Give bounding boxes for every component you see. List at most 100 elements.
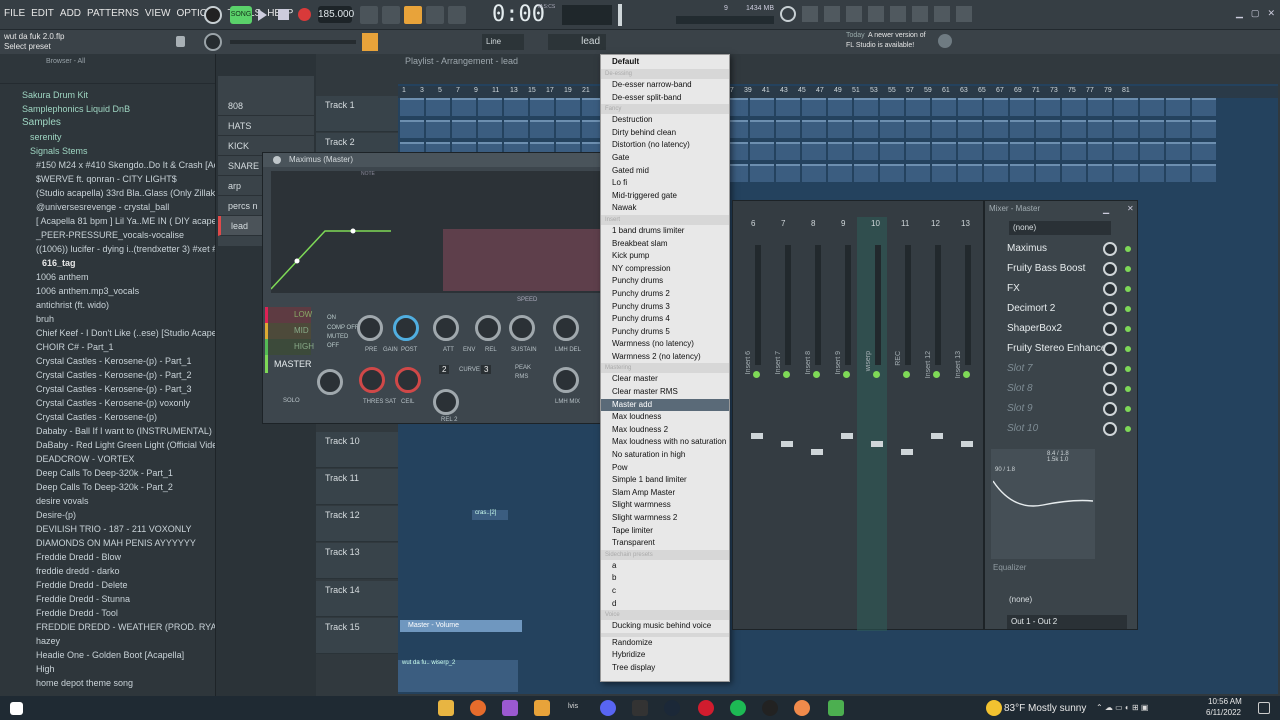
clock-date[interactable]: 6/11/2022 bbox=[1206, 708, 1241, 717]
bar-number[interactable]: 65 bbox=[978, 87, 986, 94]
pattern-clip[interactable] bbox=[958, 164, 982, 182]
pattern-clip[interactable] bbox=[1166, 120, 1190, 138]
browser-file[interactable]: @universesrevenge - crystal_ball bbox=[0, 200, 215, 214]
peak-label[interactable]: PEAK bbox=[515, 365, 531, 371]
slot-mix-knob[interactable] bbox=[1103, 242, 1117, 256]
preset-item[interactable]: Randomize bbox=[601, 637, 729, 650]
bar-number[interactable]: 69 bbox=[1014, 87, 1022, 94]
pattern-clip[interactable] bbox=[1140, 98, 1164, 116]
track-header[interactable]: Track 13 bbox=[316, 543, 398, 579]
discord-icon[interactable] bbox=[600, 700, 616, 716]
menu-file[interactable]: FILE bbox=[4, 8, 25, 19]
pattern-clip[interactable] bbox=[932, 164, 956, 182]
browser-file[interactable]: _PEER-PRESSURE_vocals-vocalise bbox=[0, 228, 215, 242]
pattern-clip[interactable] bbox=[1010, 120, 1034, 138]
app-icon[interactable] bbox=[502, 700, 518, 716]
sustain-knob[interactable] bbox=[509, 315, 535, 341]
slot-enable-led[interactable] bbox=[1125, 326, 1131, 332]
preset-item[interactable]: Ducking music behind voice bbox=[601, 620, 729, 633]
preset-item[interactable]: 1 band drums limiter bbox=[601, 225, 729, 238]
pattern-mode-buttons[interactable] bbox=[360, 6, 468, 24]
menu-view[interactable]: VIEW bbox=[145, 8, 171, 19]
pattern-clip[interactable] bbox=[1114, 98, 1138, 116]
preset-item[interactable]: Slight warmness 2 bbox=[601, 512, 729, 525]
pattern-clip[interactable] bbox=[1192, 142, 1216, 160]
browser-file[interactable]: 1006 anthem.mp3_vocals bbox=[0, 284, 215, 298]
pattern-clip[interactable] bbox=[958, 142, 982, 160]
pattern-clip[interactable] bbox=[452, 98, 476, 116]
explorer-icon[interactable] bbox=[438, 700, 454, 716]
browser-file[interactable]: home depot theme song bbox=[0, 676, 215, 690]
cut-icon[interactable] bbox=[802, 6, 818, 22]
fl-studio-icon[interactable] bbox=[534, 700, 550, 716]
browser-file[interactable]: Crystal Castles - Kerosene-(p) voxonly bbox=[0, 396, 215, 410]
pattern-clip[interactable] bbox=[984, 98, 1008, 116]
pattern-clip[interactable] bbox=[452, 120, 476, 138]
browser-file[interactable]: High bbox=[0, 662, 215, 676]
solo-label[interactable]: SOLO bbox=[283, 398, 300, 404]
slot-enable-led[interactable] bbox=[1125, 266, 1131, 272]
pattern-clip[interactable] bbox=[750, 120, 774, 138]
tray-icons[interactable]: ⌃ ☁ ▭ ◐ ⊞ ▣ bbox=[1096, 703, 1192, 713]
bar-number[interactable]: 51 bbox=[852, 87, 860, 94]
preset-item[interactable]: Simple 1 band limiter bbox=[601, 474, 729, 487]
pattern-clip[interactable] bbox=[1140, 164, 1164, 182]
steam-icon[interactable] bbox=[664, 700, 680, 716]
pattern-clip[interactable] bbox=[854, 98, 878, 116]
menu-add[interactable]: ADD bbox=[60, 8, 81, 19]
slot-mix-knob[interactable] bbox=[1103, 282, 1117, 296]
browser-file[interactable]: Freddie Dredd - Blow bbox=[0, 550, 215, 564]
download-icon[interactable] bbox=[956, 6, 972, 22]
track-header[interactable]: Track 14 bbox=[316, 581, 398, 617]
pattern-clip[interactable] bbox=[400, 120, 424, 138]
pattern-clip[interactable] bbox=[880, 142, 904, 160]
preset-item[interactable]: Clear master RMS bbox=[601, 386, 729, 399]
insert-name[interactable]: Insert 6 bbox=[745, 351, 752, 374]
render-icon[interactable] bbox=[912, 6, 928, 22]
on-label[interactable]: ON bbox=[327, 315, 336, 321]
browser-file[interactable]: $WERVE ft. qonran - CITY LIGHT$ bbox=[0, 172, 215, 186]
weather-icon[interactable] bbox=[986, 700, 1002, 716]
slot-mix-knob[interactable] bbox=[1103, 342, 1117, 356]
pattern-clip[interactable] bbox=[854, 142, 878, 160]
play-button[interactable] bbox=[258, 9, 267, 21]
preset-item[interactable]: Dirty behind clean bbox=[601, 127, 729, 140]
pattern-clip[interactable] bbox=[880, 120, 904, 138]
preset-item[interactable]: Nawak bbox=[601, 202, 729, 215]
pattern-selector[interactable]: lead bbox=[548, 34, 606, 50]
maximus-graph[interactable]: NOTE bbox=[271, 171, 601, 293]
preset-item[interactable]: Destruction bbox=[601, 114, 729, 127]
off-label[interactable]: OFF bbox=[327, 343, 339, 349]
insert-send-led[interactable] bbox=[813, 371, 820, 378]
curve-value-b[interactable]: 3 bbox=[481, 365, 492, 374]
insert-send-led[interactable] bbox=[783, 371, 790, 378]
bar-number[interactable]: 61 bbox=[942, 87, 950, 94]
bar-number[interactable]: 57 bbox=[906, 87, 914, 94]
preset-item[interactable]: Mid-triggered gate bbox=[601, 190, 729, 203]
browser-file[interactable]: Crystal Castles - Kerosene-(p) - Part_2 bbox=[0, 368, 215, 382]
blend-icon[interactable] bbox=[426, 6, 444, 24]
preset-item[interactable]: Breakbeat slam bbox=[601, 238, 729, 251]
pattern-clip[interactable] bbox=[1140, 120, 1164, 138]
pattern-clip[interactable] bbox=[750, 142, 774, 160]
insert-volume-fader[interactable] bbox=[841, 433, 853, 439]
menu-edit[interactable]: EDIT bbox=[31, 8, 54, 19]
browser-file[interactable]: [ Acapella 81 bpm ] Lil Ya..ME IN ( DIY … bbox=[0, 214, 215, 228]
pattern-clip[interactable] bbox=[1010, 164, 1034, 182]
bar-number[interactable]: 55 bbox=[888, 87, 896, 94]
bar-number[interactable]: 49 bbox=[834, 87, 842, 94]
curve-value-a[interactable]: 2 bbox=[439, 365, 450, 374]
band-master[interactable]: MASTER bbox=[265, 355, 312, 373]
insert-volume-fader[interactable] bbox=[961, 441, 973, 447]
pattern-clip[interactable] bbox=[776, 120, 800, 138]
bar-number[interactable]: 81 bbox=[1122, 87, 1130, 94]
slot-mix-knob[interactable] bbox=[1103, 402, 1117, 416]
band-high[interactable]: HIGH bbox=[265, 339, 314, 355]
mixer-slot[interactable]: Slot 10 bbox=[989, 419, 1135, 439]
insert-number[interactable]: 10 bbox=[871, 219, 880, 228]
pattern-clip[interactable] bbox=[426, 120, 450, 138]
help-icon[interactable] bbox=[868, 6, 884, 22]
track-header[interactable]: Track 12 bbox=[316, 506, 398, 542]
slot-mix-knob[interactable] bbox=[1103, 262, 1117, 276]
pattern-clip[interactable] bbox=[1062, 142, 1086, 160]
